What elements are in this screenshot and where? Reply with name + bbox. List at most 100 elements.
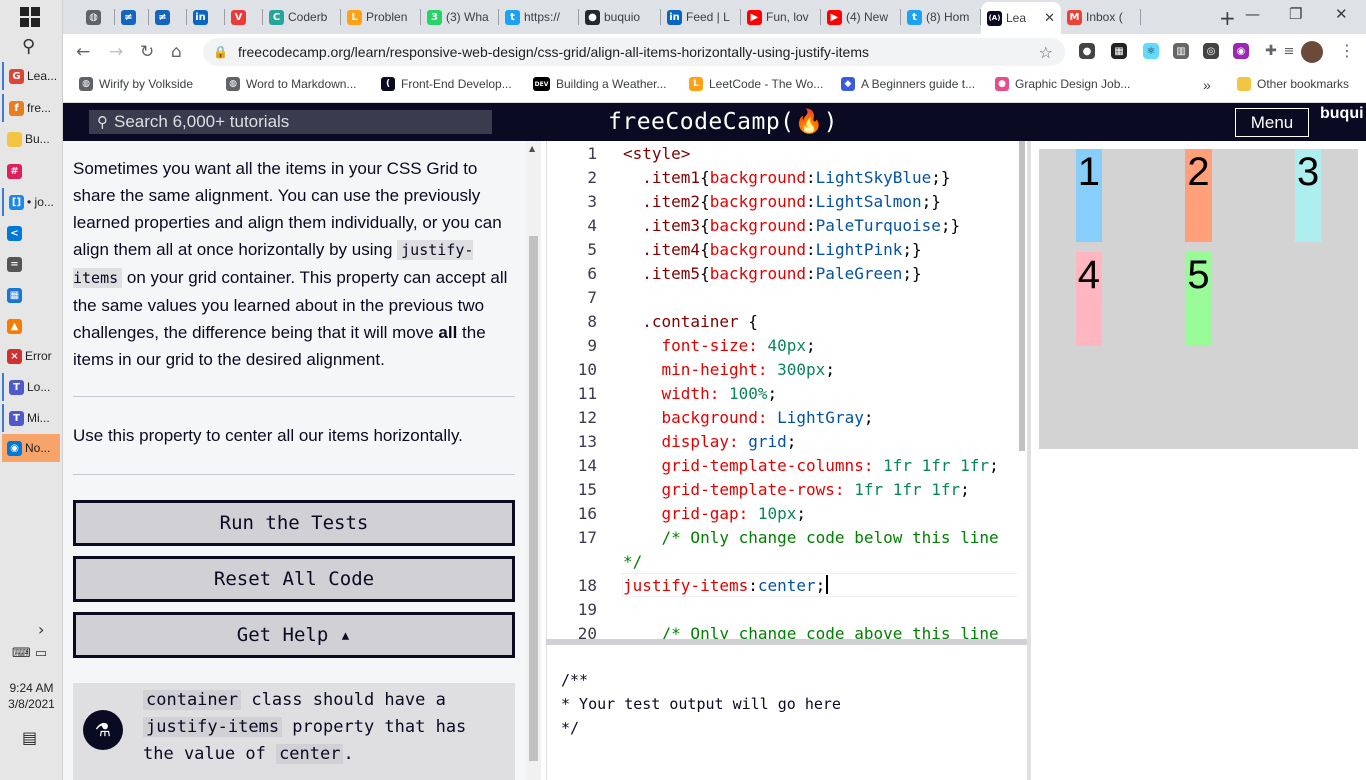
code-line[interactable]: 17 /* Only change code below this line xyxy=(547,526,1022,550)
reload-icon[interactable]: ↻ xyxy=(140,42,154,62)
extension-icon[interactable]: ▦ xyxy=(1111,43,1127,59)
browser-tab[interactable]: t (8) Hom xyxy=(901,4,981,30)
instructions-scrollbar[interactable]: ▲ xyxy=(526,141,541,780)
scrollbar-thumb[interactable] xyxy=(529,236,538,761)
code-line[interactable]: 14 grid-template-columns: 1fr 1fr 1fr; xyxy=(547,454,1022,478)
browser-tab[interactable]: M Inbox ( xyxy=(1061,4,1141,30)
code-line[interactable]: 3 .item2{background:LightSalmon;} xyxy=(547,190,1022,214)
browser-tab[interactable]: ◍ xyxy=(80,4,115,30)
browser-tab[interactable]: L Problen xyxy=(341,4,421,30)
run-tests-button[interactable]: Run the Tests xyxy=(73,500,515,546)
extension-icon[interactable]: ▥ xyxy=(1173,43,1189,59)
code-line[interactable]: */ xyxy=(547,550,1022,574)
star-icon[interactable]: ☆ xyxy=(1039,43,1053,62)
notification-icon[interactable]: ▤ xyxy=(22,728,37,747)
bookmark-item[interactable]: ◍ Word to Markdown... xyxy=(226,77,356,91)
taskbar-app[interactable]: T Lo... xyxy=(2,373,60,401)
back-icon[interactable]: ← xyxy=(76,42,90,62)
bookmark-item[interactable]: L LeetCode - The Wo... xyxy=(689,77,823,91)
taskbar-app[interactable]: Bu... xyxy=(2,125,60,153)
minimize-icon[interactable]: — xyxy=(1245,5,1260,23)
bookmark-item[interactable]: DEV Building a Weather... xyxy=(533,77,667,91)
browser-tab[interactable]: ≠ xyxy=(149,4,187,30)
extension-icon[interactable]: ◎ xyxy=(1203,43,1219,59)
extension-icon[interactable]: ● xyxy=(1079,43,1095,59)
browser-tab[interactable]: ▶ (4) New xyxy=(821,4,901,30)
taskbar-app[interactable]: # xyxy=(2,157,60,185)
bookmark-item[interactable]: ◆ A Beginners guide t... xyxy=(841,77,975,91)
media-icon[interactable]: ≡ xyxy=(1281,43,1297,59)
browser-toolbar: ← → ↻ ⌂ 🔒 freecodecamp.org/learn/respons… xyxy=(63,34,1366,70)
code-line[interactable]: 6 .item5{background:PaleGreen;} xyxy=(547,262,1022,286)
browser-tab[interactable]: C Coderb xyxy=(263,4,341,30)
taskbar-app[interactable]: f fre... xyxy=(2,94,60,122)
browser-tab[interactable]: ▶ Fun, lov xyxy=(741,4,821,30)
code-line[interactable]: 1 <style> xyxy=(547,142,1022,166)
code-line[interactable]: 4 .item3{background:PaleTurquoise;} xyxy=(547,214,1022,238)
address-bar[interactable]: 🔒 freecodecamp.org/learn/responsive-web-… xyxy=(203,38,1065,66)
close-window-icon[interactable]: ✕ xyxy=(1335,5,1348,23)
clock[interactable]: 9:24 AM 3/8/2021 xyxy=(0,680,63,712)
close-tab-icon[interactable]: ✕ xyxy=(1044,11,1055,26)
code-line[interactable]: 19 xyxy=(547,598,1022,622)
code-line[interactable]: 2 .item1{background:LightSkyBlue;} xyxy=(547,166,1022,190)
other-bookmarks[interactable]: Other bookmarks xyxy=(1237,77,1349,91)
code-line[interactable]: 10 min-height: 300px; xyxy=(547,358,1022,382)
scrollbar-thumb[interactable] xyxy=(1019,141,1025,451)
code-line[interactable]: 13 display: grid; xyxy=(547,430,1022,454)
chevron-right-icon[interactable]: › xyxy=(38,620,44,639)
code-editor[interactable]: 1 <style> 2 .item1{background:LightSkyBlue… xyxy=(546,141,1027,639)
taskbar-app[interactable]: < xyxy=(2,219,60,247)
user-avatar[interactable]: buqui avat xyxy=(1320,105,1366,123)
home-icon[interactable]: ⌂ xyxy=(171,42,182,62)
browser-tab[interactable]: in Feed | L xyxy=(661,4,741,30)
search-icon[interactable]: ⚲ xyxy=(22,36,35,57)
tray-icons[interactable]: ⌨ ▭ xyxy=(12,646,47,661)
code-line[interactable]: 18 justify-items:center; xyxy=(547,574,1022,598)
browser-tab[interactable]: t https:// xyxy=(499,4,579,30)
taskbar-app[interactable]: ◉ No... xyxy=(2,434,60,462)
code-line[interactable]: 9 font-size: 40px; xyxy=(547,334,1022,358)
fcc-logo[interactable]: freeCodeCamp(🔥) xyxy=(608,108,838,135)
code-line[interactable]: 16 grid-gap: 10px; xyxy=(547,502,1022,526)
browser-tab[interactable]: (A) Lea ✕ xyxy=(981,2,1061,34)
browser-tab[interactable]: ≠ xyxy=(115,4,149,30)
more-icon[interactable]: ⋮ xyxy=(1339,41,1355,60)
get-help-button[interactable]: Get Help ▴ xyxy=(73,612,515,658)
bookmark-item[interactable]: (Front-End Develop... xyxy=(381,77,512,91)
bookmark-item[interactable]: ● Graphic Design Job... xyxy=(995,77,1130,91)
browser-tab[interactable]: in xyxy=(187,4,225,30)
extension-icon[interactable]: ◉ xyxy=(1233,43,1249,59)
maximize-icon[interactable]: ❐ xyxy=(1289,5,1302,23)
code-line[interactable]: 11 width: 100%; xyxy=(547,382,1022,406)
taskbar-app[interactable]: = xyxy=(2,250,60,278)
code-line[interactable]: 8 .container { xyxy=(547,310,1022,334)
code-line[interactable]: 12 background: LightGray; xyxy=(547,406,1022,430)
react-devtools-icon[interactable]: ⚛ xyxy=(1143,43,1159,59)
taskbar-app[interactable]: T Mi... xyxy=(2,404,60,432)
code-line[interactable]: 5 .item4{background:LightPink;} xyxy=(547,238,1022,262)
taskbar-app[interactable]: [] • jo... xyxy=(2,188,60,216)
code-line[interactable]: 15 grid-template-rows: 1fr 1fr 1fr; xyxy=(547,478,1022,502)
taskbar-app[interactable]: ▲ xyxy=(2,312,60,340)
windows-start-icon[interactable] xyxy=(20,7,40,27)
tutorial-search-input[interactable]: ⚲ Search 6,000+ tutorials xyxy=(89,110,492,134)
profile-avatar[interactable] xyxy=(1301,41,1323,63)
scroll-up-icon[interactable]: ▲ xyxy=(529,144,535,153)
reset-code-button[interactable]: Reset All Code xyxy=(73,556,515,602)
extensions-puzzle-icon[interactable]: ✚ xyxy=(1263,43,1279,59)
taskbar-app[interactable]: G Lea... xyxy=(2,62,60,90)
more-bookmarks-icon[interactable]: » xyxy=(1203,77,1211,93)
menu-button[interactable]: Menu xyxy=(1235,108,1309,137)
browser-tab[interactable]: V xyxy=(225,4,263,30)
editor-scrollbar[interactable] xyxy=(1017,141,1027,639)
bookmark-item[interactable]: ◍ Wirify by Volkside xyxy=(79,77,193,91)
forward-icon[interactable]: → xyxy=(109,42,123,62)
new-tab-button[interactable]: + xyxy=(1219,6,1236,30)
taskbar-app[interactable]: ▦ xyxy=(2,281,60,309)
code-line[interactable]: 7 xyxy=(547,286,1022,310)
taskbar-app[interactable]: × Error xyxy=(2,342,60,370)
browser-tab[interactable]: ● buquio xyxy=(579,4,661,30)
browser-tab[interactable]: 3 (3) Wha xyxy=(421,4,499,30)
code-line[interactable]: 20 /* Only change code above this line xyxy=(547,622,1022,639)
